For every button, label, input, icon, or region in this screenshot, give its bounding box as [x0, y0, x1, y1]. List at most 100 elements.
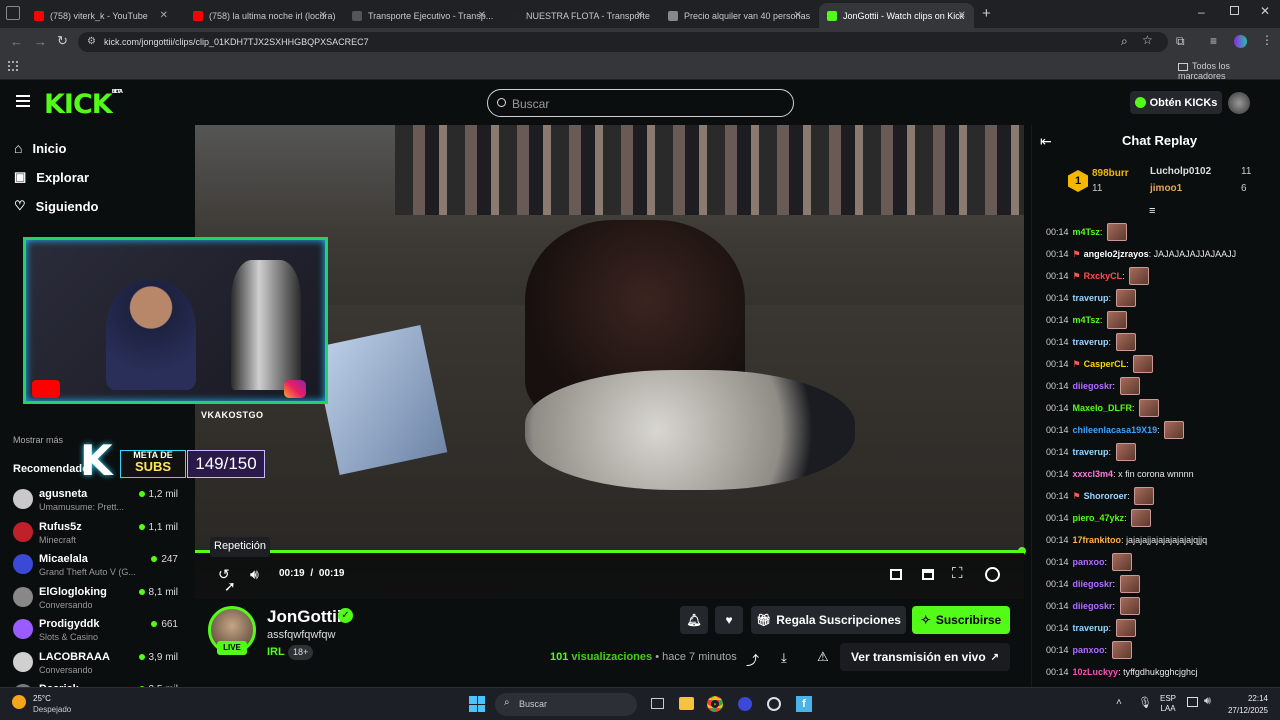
report-icon[interactable]: ⚠	[817, 649, 829, 665]
language-indicator[interactable]: ESP LAA	[1160, 694, 1176, 714]
app-icon[interactable]	[738, 697, 752, 711]
media-icon[interactable]: ≡	[1210, 34, 1217, 48]
window-minimize-button[interactable]: –	[1198, 5, 1205, 19]
bookmark-star-icon[interactable]: ☆	[1142, 33, 1153, 47]
chat-username[interactable]: panxoo	[1073, 557, 1105, 567]
follow-heart-button[interactable]: ♥	[715, 606, 743, 634]
get-kicks-button[interactable]: Obtén KICKs	[1130, 91, 1222, 114]
chat-username[interactable]: diiegoskr	[1073, 601, 1113, 611]
all-bookmarks-folder[interactable]: Todos los marcadores	[1178, 61, 1280, 81]
sidebar-channel[interactable]: agusneta Umamusume: Prett... 1,2 mil	[13, 487, 188, 519]
browser-tab[interactable]: (758) la ultima noche irl (locura) ✕	[185, 3, 335, 28]
browser-tab[interactable]: Precio alquiler van 40 personas ✕	[660, 3, 810, 28]
chat-username[interactable]: CasperCL	[1084, 359, 1127, 369]
chat-username[interactable]: diiegoskr	[1073, 579, 1113, 589]
download-icon[interactable]: ⤓	[781, 650, 787, 666]
reload-button[interactable]: ↻	[57, 33, 68, 49]
chat-username[interactable]: m4Tsz	[1073, 227, 1100, 237]
chat-filter-icon[interactable]: ≡	[1149, 205, 1155, 217]
user-avatar[interactable]	[1228, 92, 1250, 114]
chat-username[interactable]: traverup	[1073, 447, 1109, 457]
chrome-icon[interactable]	[707, 696, 723, 712]
window-close-button[interactable]: ✕	[1260, 4, 1270, 18]
clock[interactable]: 22:14 27/12/2025	[1224, 693, 1268, 717]
chat-username[interactable]: 17frankitoo	[1073, 535, 1122, 545]
volume-tray-icon[interactable]: 🔊︎	[1204, 695, 1211, 708]
tab-close-icon[interactable]: ✕	[636, 10, 644, 21]
browser-tab[interactable]: JonGottii - Watch clips on Kick ✕	[819, 3, 974, 28]
fullscreen-icon[interactable]: ⛶	[952, 565, 963, 582]
speed-icon[interactable]	[985, 567, 1000, 582]
chat-username[interactable]: panxoo	[1073, 645, 1105, 655]
chat-username[interactable]: chileenlacasa19X19	[1073, 425, 1158, 435]
obs-icon[interactable]	[767, 697, 781, 711]
apps-grid-icon[interactable]	[8, 61, 18, 71]
tab-close-icon[interactable]: ✕	[319, 10, 327, 21]
weather-temp[interactable]: 25°C	[33, 694, 51, 703]
channel-name[interactable]: JonGottii	[267, 607, 342, 627]
chat-username[interactable]: angelo2jzrayos	[1084, 249, 1149, 259]
sidebar-channel[interactable]: Rufus5z Minecraft 1,1 mil	[13, 520, 188, 552]
chat-username[interactable]: traverup	[1073, 293, 1109, 303]
microphone-icon[interactable]: 🎙︎	[1138, 696, 1152, 709]
notification-bell-button[interactable]: 🔔︎	[680, 606, 708, 634]
miniplayer-icon[interactable]	[890, 569, 902, 580]
facebook-icon[interactable]: f	[796, 696, 812, 712]
category-link[interactable]: IRL	[267, 646, 285, 658]
chat-username[interactable]: 10zLuckyy	[1073, 667, 1119, 677]
tab-close-icon[interactable]: ✕	[794, 10, 802, 21]
leader-name[interactable]: 898burr	[1092, 168, 1129, 179]
collapse-chat-icon[interactable]: ⇤	[1040, 133, 1052, 150]
chat-username[interactable]: diiegoskr	[1073, 381, 1113, 391]
zoom-icon[interactable]: ⌕	[1121, 34, 1128, 49]
nav-explorar[interactable]: ▣ Explorar	[14, 169, 89, 185]
volume-icon[interactable]: 🔊︎	[250, 566, 259, 583]
sidebar-channel[interactable]: Micaelala Grand Theft Auto V (G... 247	[13, 552, 188, 584]
subscribe-button[interactable]: ✧ Suscribirse	[912, 606, 1010, 634]
profile-avatar[interactable]	[1234, 35, 1247, 48]
leader3-name[interactable]: jimoo1	[1150, 183, 1182, 194]
chat-username[interactable]: Shororoer	[1084, 491, 1128, 501]
search-input[interactable]: Buscar	[487, 89, 794, 117]
window-maximize-button[interactable]	[1230, 6, 1239, 15]
leader2-name[interactable]: Lucholp0102	[1150, 166, 1211, 177]
back-button[interactable]: ←	[10, 34, 23, 49]
kick-logo[interactable]: KICKBETA	[44, 89, 123, 120]
new-tab-button[interactable]: +	[982, 5, 991, 22]
chat-username[interactable]: xxxcl3m4	[1073, 469, 1114, 479]
hamburger-menu-icon[interactable]	[16, 95, 30, 107]
chat-username[interactable]: traverup	[1073, 623, 1109, 633]
browser-tab[interactable]: Transporte Ejecutivo - Transp... ✕	[344, 3, 494, 28]
chat-username[interactable]: m4Tsz	[1073, 315, 1100, 325]
tray-chevron-icon[interactable]: ˄	[1116, 697, 1122, 708]
tab-search-icon[interactable]	[6, 6, 20, 20]
forward-button[interactable]: →	[34, 34, 47, 49]
start-button[interactable]	[469, 696, 485, 712]
chat-username[interactable]: Maxelo_DLFR	[1073, 403, 1133, 413]
nav-siguiendo[interactable]: ♡ Siguiendo	[14, 198, 99, 214]
show-more-link[interactable]: Mostrar más	[13, 435, 63, 445]
chat-username[interactable]: RxckyCL	[1084, 271, 1123, 281]
task-view-icon[interactable]	[651, 698, 664, 709]
browser-tab[interactable]: (758) viterk_k - YouTube ✕	[26, 3, 176, 28]
watch-live-button[interactable]: Ver transmisión en vivo ↗	[840, 643, 1010, 671]
tab-close-icon[interactable]: ✕	[478, 10, 486, 21]
sidebar-channel[interactable]: Prodigyddk Slots & Casino 661	[13, 617, 188, 649]
browser-menu-icon[interactable]: ⋮	[1261, 33, 1273, 47]
chat-username[interactable]: traverup	[1073, 337, 1109, 347]
sidebar-channel[interactable]: LACOBRAAA Conversando 3,9 mil	[13, 650, 188, 682]
browser-tab[interactable]: NUESTRA FLOTA - Transporte Ej...✕	[502, 3, 652, 28]
tab-close-icon[interactable]: ✕	[160, 10, 168, 21]
chat-username[interactable]: piero_47ykz	[1073, 513, 1125, 523]
nav-inicio[interactable]: ⌂ Inicio	[14, 140, 66, 156]
network-icon[interactable]	[1187, 697, 1198, 707]
theater-mode-icon[interactable]	[922, 569, 934, 580]
address-bar[interactable]: ⚙ kick.com/jongottii/clips/clip_01KDH7TJ…	[78, 32, 1168, 52]
share-icon[interactable]: ⤴	[746, 650, 759, 669]
sidebar-channel[interactable]: ElGlogloking Conversando 8,1 mil	[13, 585, 188, 617]
site-info-icon[interactable]: ⚙	[87, 32, 96, 52]
file-explorer-icon[interactable]	[679, 697, 694, 710]
taskbar-search[interactable]: ⌕ Buscar	[495, 693, 637, 716]
gift-subs-button[interactable]: 🎁︎ Regala Suscripciones	[751, 606, 906, 634]
extensions-icon[interactable]: ⧉	[1176, 34, 1185, 49]
